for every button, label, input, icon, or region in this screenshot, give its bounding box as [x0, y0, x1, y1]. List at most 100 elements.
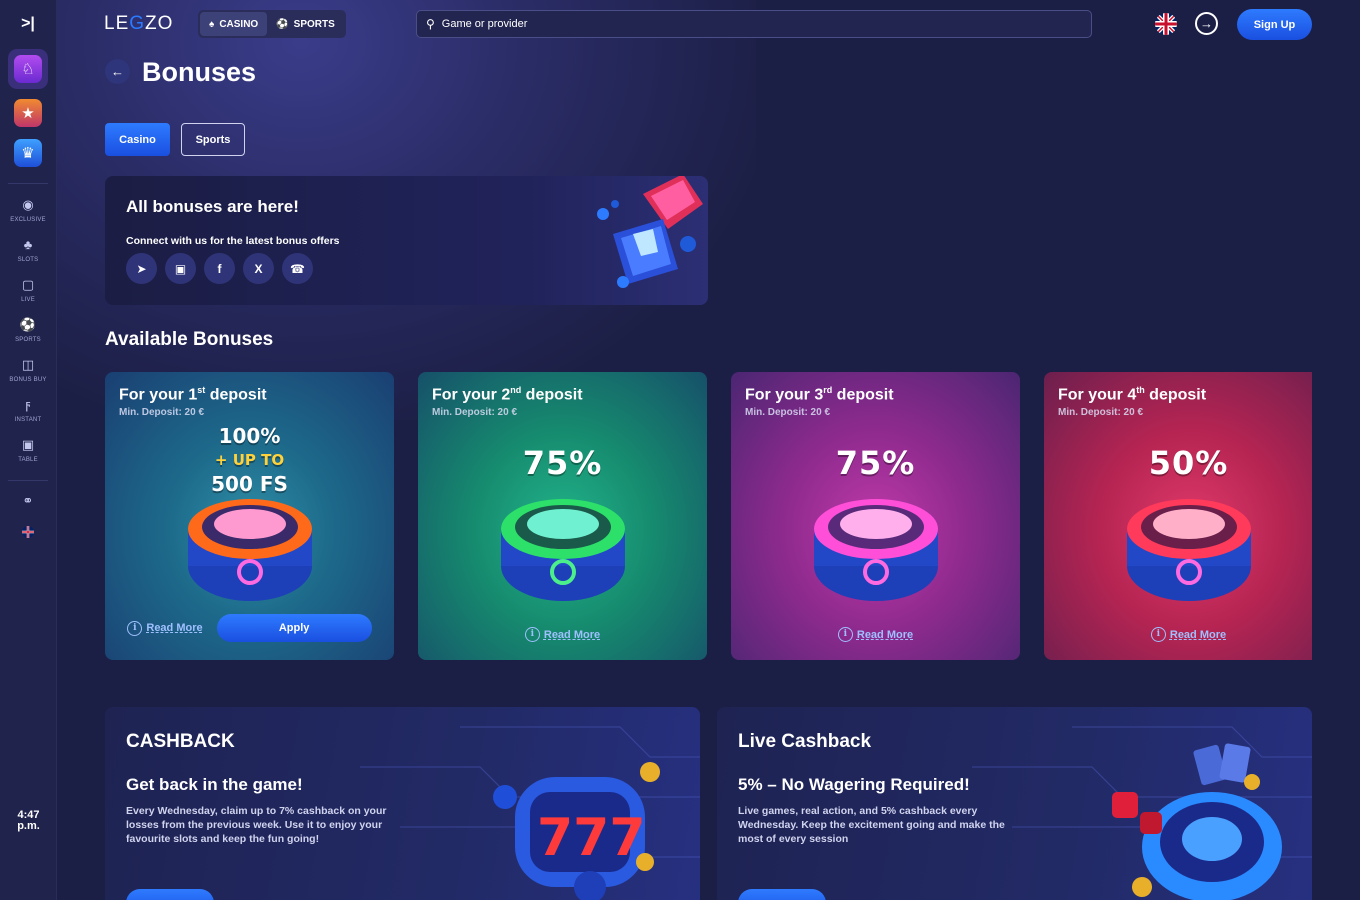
bonus-buy-icon: ◫ — [21, 356, 35, 372]
svg-text:777: 777 — [537, 808, 646, 868]
card-offer-line1: 100% — [218, 424, 281, 448]
mode-label: SPORTS — [293, 18, 335, 30]
card-offer-percent: 75% — [522, 444, 603, 482]
sidebar-item-exclusive[interactable]: ◉ EXCLUSIVE — [0, 190, 56, 230]
slot-machine-illustration: 777 — [493, 762, 660, 900]
bonus-card-1[interactable]: For your 1st deposit Min. Deposit: 20 € … — [105, 372, 394, 660]
sidebar-item-label: TABLE — [18, 456, 38, 463]
sidebar-item-instant[interactable]: ϝ INSTANT — [0, 390, 56, 430]
tab-casino[interactable]: Casino — [105, 123, 170, 156]
sidebar-item-slots[interactable]: ♣ SLOTS — [0, 230, 56, 270]
social-links: ➤ ▣ f X ☎ — [126, 253, 313, 284]
headset-icon: ⚭ — [22, 493, 34, 508]
banner-title: All bonuses are here! — [126, 197, 299, 216]
promo-bag-button[interactable]: ♘ — [8, 49, 48, 89]
telegram-icon[interactable]: ➤ — [126, 253, 157, 284]
sign-up-button[interactable]: Sign Up — [1237, 9, 1312, 40]
mode-sports-button[interactable]: ⚽ SPORTS — [267, 12, 344, 36]
language-button[interactable] — [0, 517, 56, 547]
cashback-subtitle: Get back in the game! — [126, 775, 303, 794]
apply-button[interactable]: Apply — [216, 614, 372, 642]
sidebar-item-label: LIVE — [21, 296, 35, 303]
back-arrow-icon[interactable]: ← — [105, 59, 130, 84]
card-actions: i Read More — [731, 627, 1020, 642]
mode-casino-button[interactable]: ♠ CASINO — [200, 12, 268, 36]
read-more-link[interactable]: i Read More — [837, 627, 914, 642]
card-title: For your 3rd deposit — [745, 385, 894, 404]
info-icon: i — [837, 627, 853, 642]
card-title-prefix: For your 3 — [745, 386, 824, 404]
card-offer-percent: 75% — [835, 444, 916, 482]
sidebar-item-label: EXCLUSIVE — [10, 216, 46, 223]
cashback-description: Every Wednesday, claim up to 7% cashback… — [126, 805, 387, 845]
tab-sports[interactable]: Sports — [181, 123, 245, 156]
support-button[interactable]: ⚭ — [0, 487, 56, 517]
bonus-ring-illustration — [501, 499, 625, 601]
login-icon[interactable]: → — [1195, 12, 1218, 35]
card-offer: 100% + UP TO 500 FS — [105, 424, 394, 496]
search-icon: ⚲ — [426, 17, 435, 31]
mode-switch: ♠ CASINO ⚽ SPORTS — [198, 10, 346, 38]
card-min-deposit: Min. Deposit: 20 € — [1058, 407, 1144, 418]
language-flag-button[interactable] — [1155, 13, 1177, 35]
card-offer-line2: + UP TO — [214, 451, 285, 469]
soccer-ball-icon: ⚽ — [276, 18, 289, 30]
sidebar-item-bonus-buy[interactable]: ◫ BONUS BUY — [0, 350, 56, 390]
sidebar-item-label: INSTANT — [14, 416, 42, 423]
bonus-card-3[interactable]: For your 3rd deposit Min. Deposit: 20 € … — [731, 372, 1020, 660]
card-title-ordinal: nd — [510, 385, 522, 395]
mode-label: CASINO — [219, 18, 259, 30]
collapse-arrow-icon[interactable]: >| — [16, 14, 40, 34]
card-actions: i Read More Apply — [105, 614, 394, 642]
bag-icon: ♘ — [14, 55, 42, 83]
available-bonuses-title: Available Bonuses — [105, 329, 274, 350]
sidebar-item-label: BONUS BUY — [9, 376, 47, 383]
page-title: Bonuses — [142, 57, 257, 87]
info-icon: i — [1150, 627, 1166, 642]
sidebar-item-label: SPORTS — [15, 336, 41, 343]
card-title-suffix: deposit — [205, 386, 267, 404]
card-offer-percent: 50% — [1148, 444, 1229, 482]
card-title-prefix: For your 2 — [432, 386, 511, 404]
card-title: For your 2nd deposit — [432, 385, 583, 404]
sports-icon: ⚽ — [19, 316, 37, 332]
uk-flag-icon — [22, 526, 34, 538]
card-offer-line3: 500 FS — [211, 472, 288, 496]
search-placeholder: Game or provider — [441, 18, 528, 30]
card-title-ordinal: rd — [823, 385, 833, 395]
sidebar-divider — [8, 183, 48, 184]
read-more-label: Read More — [543, 628, 601, 641]
read-more-link[interactable]: i Read More — [127, 620, 203, 636]
instagram-icon[interactable]: ▣ — [165, 253, 196, 284]
live-cashback-read-more-button[interactable] — [738, 889, 826, 900]
live-cashback-description: Live games, real action, and 5% cashback… — [738, 805, 1005, 845]
info-icon: i — [524, 627, 540, 642]
read-more-link[interactable]: i Read More — [1150, 627, 1226, 642]
search-input[interactable]: ⚲ Game or provider — [416, 10, 1092, 38]
card-title-suffix: deposit — [521, 386, 583, 404]
gift-box-illustration — [597, 176, 703, 288]
facebook-icon[interactable]: f — [204, 253, 235, 284]
read-more-link[interactable]: i Read More — [524, 627, 601, 642]
logo[interactable]: LEGZO — [104, 13, 173, 35]
live-icon: ▢ — [21, 276, 35, 292]
slots-icon: ♣ — [23, 236, 33, 252]
whatsapp-icon[interactable]: ☎ — [282, 253, 313, 284]
x-icon[interactable]: X — [243, 253, 274, 284]
promo-crown-button[interactable]: ♛ — [8, 133, 48, 173]
cashback-read-more-button[interactable] — [126, 889, 214, 900]
sidebar-item-table[interactable]: ▣ TABLE — [0, 430, 56, 470]
read-more-label: Read More — [146, 622, 203, 634]
bonus-card-4[interactable]: For your 4th deposit Min. Deposit: 20 € … — [1044, 372, 1312, 660]
card-title-ordinal: th — [1136, 385, 1145, 395]
sidebar-item-sports[interactable]: ⚽ SPORTS — [0, 310, 56, 350]
logo-accent: G — [129, 13, 146, 34]
info-icon: i — [127, 620, 143, 636]
promo-star-button[interactable]: ★ — [8, 93, 48, 133]
sidebar-item-live[interactable]: ▢ LIVE — [0, 270, 56, 310]
cashback-title: CASHBACK — [126, 731, 235, 752]
bonus-card-2[interactable]: For your 2nd deposit Min. Deposit: 20 € … — [418, 372, 707, 660]
card-actions: i Read More — [1044, 627, 1312, 642]
read-more-label: Read More — [856, 628, 914, 641]
casino-icon: ♠ — [209, 18, 215, 30]
